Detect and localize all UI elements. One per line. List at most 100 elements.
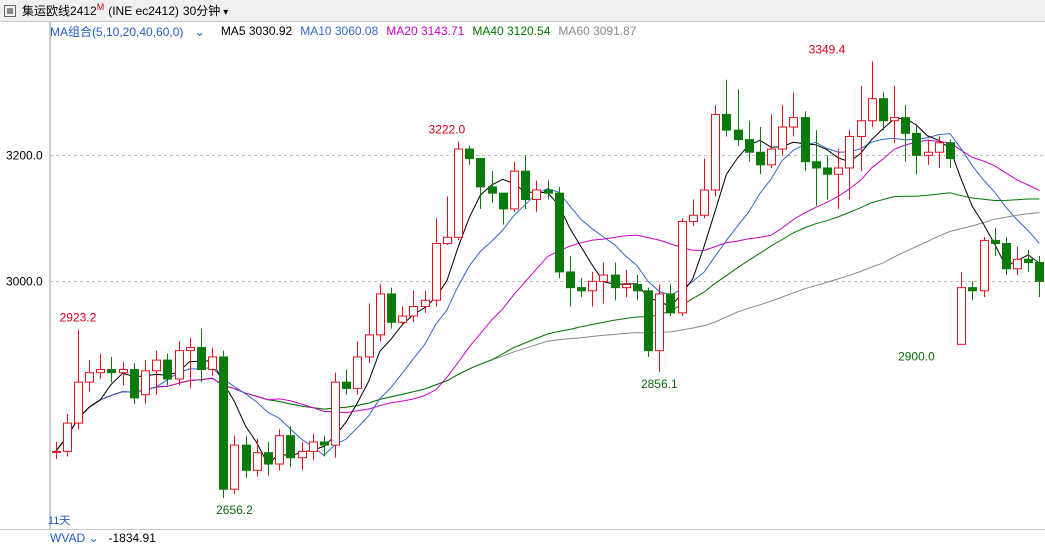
candle[interactable] xyxy=(901,104,910,162)
candle[interactable] xyxy=(365,303,374,364)
candle[interactable] xyxy=(879,92,888,131)
candle[interactable] xyxy=(1035,256,1044,298)
candle[interactable] xyxy=(175,341,184,386)
candle[interactable] xyxy=(275,429,284,471)
candle[interactable] xyxy=(141,360,150,405)
candle[interactable] xyxy=(890,86,899,143)
candle[interactable] xyxy=(599,262,608,304)
candle-body xyxy=(398,315,407,323)
candle[interactable] xyxy=(767,114,776,168)
candle[interactable] xyxy=(666,284,675,316)
candles xyxy=(52,61,1044,499)
candle[interactable] xyxy=(834,149,843,209)
candle-body xyxy=(421,299,430,308)
candle[interactable] xyxy=(85,360,94,392)
candle-body xyxy=(745,139,754,153)
candle[interactable] xyxy=(398,306,407,326)
candle[interactable] xyxy=(734,89,743,146)
candle[interactable] xyxy=(230,435,239,495)
candle[interactable] xyxy=(52,441,61,459)
candle[interactable] xyxy=(857,86,866,172)
candle[interactable] xyxy=(242,435,251,478)
candle-body xyxy=(756,151,765,166)
candle[interactable] xyxy=(555,186,564,279)
candle[interactable] xyxy=(264,441,273,476)
candle-body xyxy=(63,422,72,452)
candle[interactable] xyxy=(298,441,307,471)
candle[interactable] xyxy=(1013,246,1022,276)
candle[interactable] xyxy=(756,127,765,175)
candle[interactable] xyxy=(309,433,318,461)
candle[interactable] xyxy=(1002,237,1011,276)
candle[interactable] xyxy=(342,369,351,395)
candle[interactable] xyxy=(1024,249,1033,272)
candle[interactable] xyxy=(510,161,519,213)
candle[interactable] xyxy=(711,104,720,197)
candle[interactable] xyxy=(119,361,128,386)
indicator-selector[interactable]: WVAD ⌄ xyxy=(50,531,99,545)
candle-body xyxy=(767,148,776,166)
candle[interactable] xyxy=(208,347,217,376)
candle[interactable] xyxy=(924,139,933,165)
candle[interactable] xyxy=(387,287,396,329)
candle[interactable] xyxy=(789,92,798,137)
candle[interactable] xyxy=(421,290,430,313)
candle[interactable] xyxy=(521,155,530,209)
candle[interactable] xyxy=(353,341,362,395)
candle[interactable] xyxy=(286,426,295,468)
candle-body xyxy=(52,450,61,453)
candle[interactable] xyxy=(331,372,340,458)
candle[interactable] xyxy=(823,155,832,200)
candle-body xyxy=(588,280,597,292)
candle[interactable] xyxy=(253,438,262,477)
candle[interactable] xyxy=(633,275,642,301)
candle[interactable] xyxy=(689,199,698,226)
candle[interactable] xyxy=(801,111,810,172)
candle[interactable] xyxy=(655,284,664,373)
candle[interactable] xyxy=(107,356,116,383)
candle-body xyxy=(85,372,94,383)
candle[interactable] xyxy=(163,353,172,386)
candle[interactable] xyxy=(722,79,731,137)
candle[interactable] xyxy=(912,123,921,175)
candle-body xyxy=(655,293,664,352)
candle[interactable] xyxy=(868,61,877,128)
price-annotation: 2923.2 xyxy=(60,311,97,325)
candle-body xyxy=(1013,258,1022,270)
candle[interactable] xyxy=(443,196,452,245)
candle[interactable] xyxy=(454,141,463,241)
candle[interactable] xyxy=(219,350,228,499)
price-annotation: 2900.0 xyxy=(898,349,935,363)
candle[interactable] xyxy=(700,158,709,219)
indicator-value: -1834.91 xyxy=(108,530,156,545)
candle[interactable] xyxy=(499,192,508,225)
candle[interactable] xyxy=(197,328,206,383)
candle[interactable] xyxy=(611,262,620,301)
period-selector[interactable]: 30分钟 ▾ xyxy=(183,2,228,19)
candle[interactable] xyxy=(968,281,977,301)
candle[interactable] xyxy=(63,413,72,457)
candle[interactable] xyxy=(465,145,474,165)
candle[interactable] xyxy=(130,363,139,405)
candle[interactable] xyxy=(588,271,597,307)
candle[interactable] xyxy=(980,237,989,298)
candle[interactable] xyxy=(678,218,687,316)
candle[interactable] xyxy=(845,130,854,200)
candlestick-chart[interactable]: 3200.0 3000.0 2923.2 2656.2 3222.0 2856.1 334… xyxy=(0,22,1045,530)
price-axis: 3200.0 3000.0 xyxy=(6,22,1045,530)
y-tick-label: 3200.0 xyxy=(6,149,43,163)
candle[interactable] xyxy=(74,329,83,430)
candle[interactable] xyxy=(946,139,955,168)
candle[interactable] xyxy=(376,284,385,342)
candle[interactable] xyxy=(532,180,541,213)
candle-body xyxy=(286,435,295,459)
candle[interactable] xyxy=(432,218,441,307)
candle[interactable] xyxy=(488,171,497,203)
candle[interactable] xyxy=(644,287,653,357)
candle[interactable] xyxy=(957,271,966,345)
main-contract-mark: M xyxy=(96,2,105,12)
candle[interactable] xyxy=(812,130,821,206)
candle[interactable] xyxy=(96,353,105,379)
candle[interactable] xyxy=(566,256,575,307)
candle[interactable] xyxy=(778,104,787,156)
